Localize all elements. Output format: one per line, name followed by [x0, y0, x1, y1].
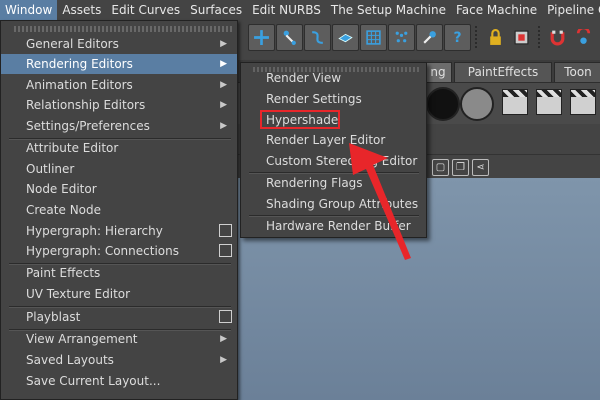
annotation-arrow-icon: [349, 143, 411, 260]
